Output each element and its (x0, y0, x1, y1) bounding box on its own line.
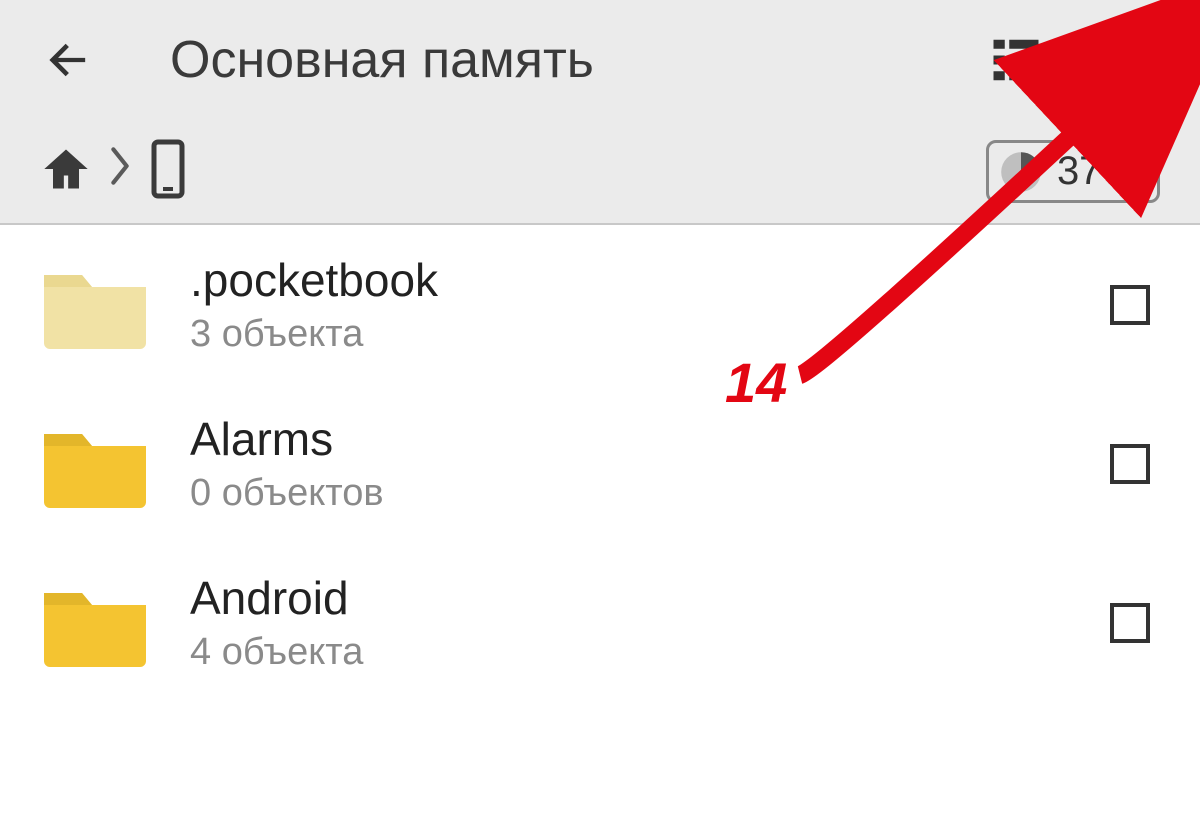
storage-indicator[interactable]: 37% (986, 140, 1160, 203)
list-view-icon (989, 33, 1043, 87)
more-vertical-icon (1120, 33, 1144, 87)
storage-percent-label: 37% (1057, 149, 1137, 194)
folder-icon (40, 261, 150, 349)
select-checkbox[interactable] (1110, 444, 1150, 484)
breadcrumb-home[interactable] (40, 143, 92, 200)
pie-chart-icon (999, 150, 1043, 194)
folder-subtitle: 3 объекта (190, 313, 1070, 356)
home-icon (40, 143, 92, 195)
folder-text: Android 4 объекта (190, 571, 1070, 674)
view-mode-button[interactable] (988, 32, 1044, 88)
folder-subtitle: 4 объекта (190, 631, 1070, 674)
folder-row[interactable]: Alarms 0 объектов (0, 384, 1200, 543)
folder-icon (40, 579, 150, 667)
more-options-button[interactable] (1104, 32, 1160, 88)
app-header: Основная память (0, 0, 1200, 120)
breadcrumb-separator (110, 144, 130, 199)
folder-subtitle: 0 объектов (190, 472, 1070, 515)
breadcrumb-bar: 37% (0, 120, 1200, 225)
device-icon (148, 139, 188, 199)
breadcrumb (40, 139, 188, 204)
folder-name: Alarms (190, 412, 1070, 466)
folder-text: Alarms 0 объектов (190, 412, 1070, 515)
folder-row[interactable]: .pocketbook 3 объекта (0, 225, 1200, 384)
folder-name: .pocketbook (190, 253, 1070, 307)
chevron-right-icon (110, 144, 130, 188)
folder-row[interactable]: Android 4 объекта (0, 543, 1200, 702)
back-button[interactable] (40, 30, 100, 90)
folder-icon (40, 420, 150, 508)
folder-text: .pocketbook 3 объекта (190, 253, 1070, 356)
file-list: .pocketbook 3 объекта Alarms 0 объектов … (0, 225, 1200, 702)
back-arrow-icon (44, 34, 96, 86)
select-checkbox[interactable] (1110, 603, 1150, 643)
header-actions (988, 32, 1160, 88)
folder-name: Android (190, 571, 1070, 625)
breadcrumb-device[interactable] (148, 139, 188, 204)
select-checkbox[interactable] (1110, 285, 1150, 325)
page-title: Основная память (170, 30, 594, 90)
